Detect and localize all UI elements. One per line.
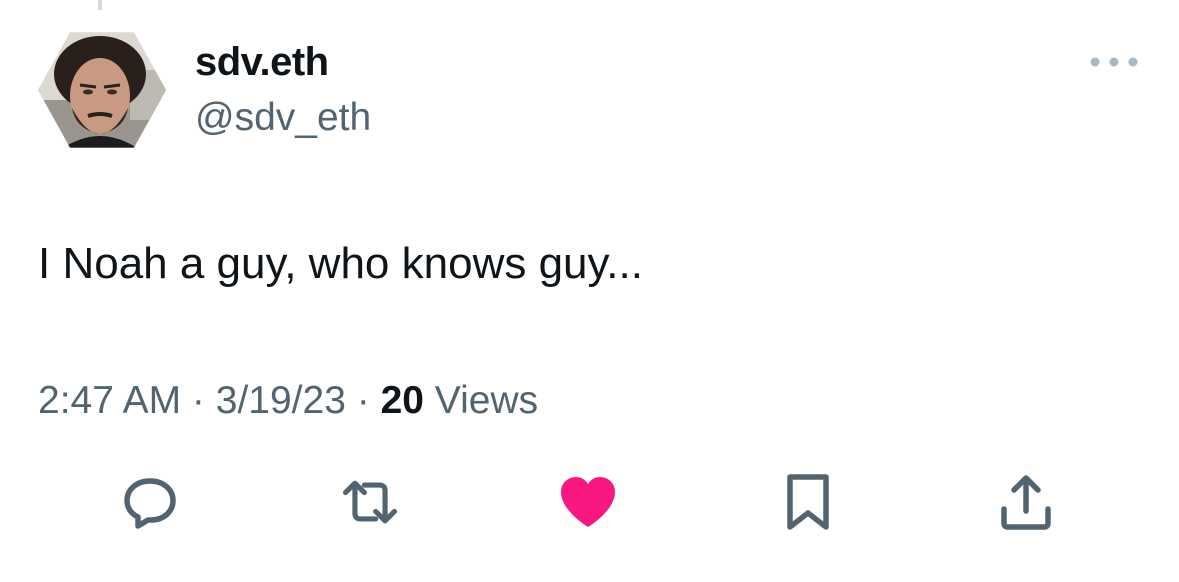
views-count: 20 — [380, 379, 424, 422]
profile-photo — [38, 32, 166, 148]
more-options-icon — [1090, 57, 1138, 67]
speech-bubble-icon — [124, 478, 176, 529]
tweet-text: I Noah a guy, who knows guy... — [38, 239, 643, 288]
meta-separator: · — [181, 379, 216, 422]
share-icon — [1001, 475, 1051, 530]
reply-button[interactable] — [118, 470, 182, 534]
views-label: Views — [434, 379, 539, 422]
like-button[interactable] — [556, 470, 620, 534]
meta-separator: · — [345, 379, 381, 422]
tweet-metadata: 2:47 AM · 3/19/23 · 20 Views — [38, 378, 538, 424]
bookmark-icon — [787, 474, 829, 530]
heart-icon — [561, 477, 615, 527]
bookmark-button[interactable] — [776, 470, 840, 534]
retweet-button[interactable] — [338, 470, 402, 534]
author-block[interactable]: sdv.eth @sdv_eth — [195, 38, 371, 142]
tweet-action-bar — [0, 470, 1179, 534]
share-button[interactable] — [994, 470, 1058, 534]
tweet-date[interactable]: 3/19/23 — [216, 379, 346, 422]
retweet-icon — [342, 480, 398, 524]
tweet-time[interactable]: 2:47 AM — [38, 379, 181, 422]
avatar[interactable] — [38, 32, 166, 148]
thread-connector-line — [98, 0, 102, 10]
user-handle[interactable]: @sdv_eth — [195, 94, 371, 142]
display-name[interactable]: sdv.eth — [195, 38, 371, 86]
more-options-button[interactable] — [1087, 52, 1141, 72]
